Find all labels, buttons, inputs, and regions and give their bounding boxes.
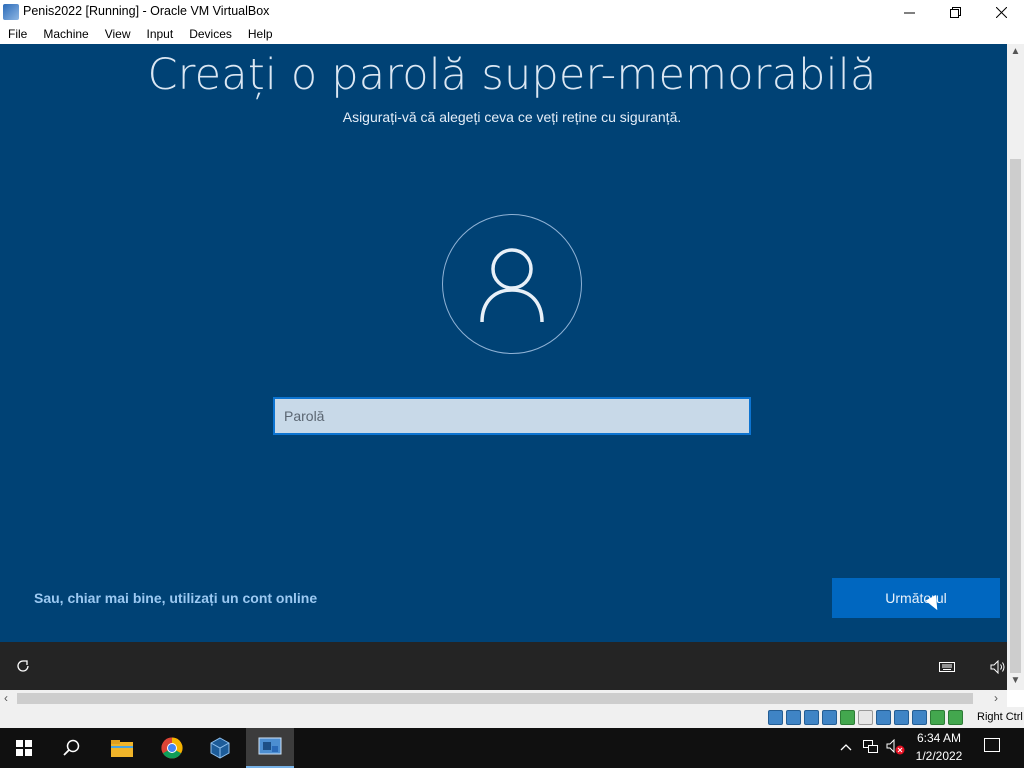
restore-icon bbox=[949, 6, 961, 18]
close-button[interactable] bbox=[978, 0, 1024, 24]
ease-of-access-icon[interactable] bbox=[15, 658, 31, 674]
user-icon bbox=[480, 248, 544, 323]
virtualbox-icon bbox=[210, 737, 230, 759]
guest-additions-icon[interactable] bbox=[930, 710, 945, 725]
start-button[interactable] bbox=[0, 728, 48, 768]
scroll-left-icon[interactable]: ‹ bbox=[4, 690, 8, 707]
search-button[interactable] bbox=[48, 728, 96, 768]
virtualbox-manager-button[interactable] bbox=[246, 728, 294, 768]
hard-disk-icon[interactable] bbox=[768, 710, 783, 725]
next-button[interactable]: Următorul bbox=[832, 578, 1000, 618]
minimize-button[interactable] bbox=[886, 0, 932, 24]
usb-icon[interactable] bbox=[840, 710, 855, 725]
keyboard-icon[interactable] bbox=[939, 662, 955, 672]
oobe-bottom-bar bbox=[0, 642, 1007, 690]
windows-taskbar: 6:34 AM 1/2/2022 bbox=[0, 728, 1024, 768]
virtualbox-button[interactable] bbox=[196, 728, 244, 768]
search-icon bbox=[63, 739, 80, 756]
online-account-link[interactable]: Sau, chiar mai bine, utilizați un cont o… bbox=[34, 590, 317, 606]
vm-display[interactable]: Creați o parolă super-memorabilă Asigura… bbox=[0, 44, 1007, 642]
close-icon bbox=[995, 6, 1007, 18]
volume-icon[interactable] bbox=[990, 660, 1006, 674]
chrome-icon bbox=[161, 737, 183, 759]
page-subtitle: Asigurați-vă că alegeți ceva ce veți reț… bbox=[342, 109, 682, 125]
file-explorer-button[interactable] bbox=[98, 728, 146, 768]
maximize-button[interactable] bbox=[932, 0, 978, 24]
virtualbox-manager-icon bbox=[258, 737, 282, 755]
optical-drive-icon[interactable] bbox=[786, 710, 801, 725]
start-icon bbox=[16, 740, 32, 756]
host-key-label: Right Ctrl bbox=[977, 711, 1023, 723]
menu-machine[interactable]: Machine bbox=[35, 27, 96, 41]
network-icon[interactable] bbox=[822, 710, 837, 725]
mouse-integration-icon[interactable] bbox=[912, 710, 927, 725]
horizontal-scrollbar[interactable]: ‹ › bbox=[0, 690, 1007, 707]
menu-input[interactable]: Input bbox=[139, 27, 182, 41]
menu-devices[interactable]: Devices bbox=[181, 27, 240, 41]
menu-help[interactable]: Help bbox=[240, 27, 281, 41]
menu-view[interactable]: View bbox=[97, 27, 139, 41]
window-title: Penis2022 [Running] - Oracle VM VirtualB… bbox=[23, 4, 270, 18]
chrome-button[interactable] bbox=[148, 728, 196, 768]
page-title: Creați o parolă super-memorabilă bbox=[147, 50, 877, 100]
cpu-icon[interactable] bbox=[948, 710, 963, 725]
scroll-down-icon[interactable]: ▼ bbox=[1007, 675, 1024, 686]
scroll-up-icon[interactable]: ▲ bbox=[1007, 46, 1024, 57]
notification-center-icon[interactable] bbox=[984, 738, 1000, 752]
file-explorer-icon bbox=[111, 740, 133, 757]
virtualbox-app-icon bbox=[3, 4, 19, 20]
horizontal-scroll-thumb[interactable] bbox=[17, 693, 973, 704]
clock-time[interactable]: 6:34 AM bbox=[910, 731, 968, 745]
volume-muted-icon[interactable] bbox=[886, 739, 906, 755]
chevron-up-icon[interactable] bbox=[840, 742, 852, 752]
shared-folders-icon[interactable] bbox=[858, 710, 873, 725]
audio-icon[interactable] bbox=[804, 710, 819, 725]
menu-file[interactable]: File bbox=[0, 27, 35, 41]
password-field[interactable] bbox=[273, 397, 751, 435]
vertical-scrollbar[interactable]: ▲ ▼ bbox=[1007, 44, 1024, 690]
display-icon[interactable] bbox=[876, 710, 891, 725]
clock-date[interactable]: 1/2/2022 bbox=[910, 749, 968, 763]
network-tray-icon[interactable] bbox=[863, 740, 879, 754]
vertical-scroll-thumb[interactable] bbox=[1010, 159, 1021, 673]
title-bar: Penis2022 [Running] - Oracle VM VirtualB… bbox=[0, 0, 1024, 24]
minimize-icon bbox=[903, 12, 915, 13]
scroll-right-icon[interactable]: › bbox=[994, 690, 998, 707]
menu-bar: File Machine View Input Devices Help bbox=[0, 24, 1024, 44]
vbox-status-bar: Right Ctrl bbox=[0, 707, 1024, 728]
video-capture-icon[interactable] bbox=[894, 710, 909, 725]
